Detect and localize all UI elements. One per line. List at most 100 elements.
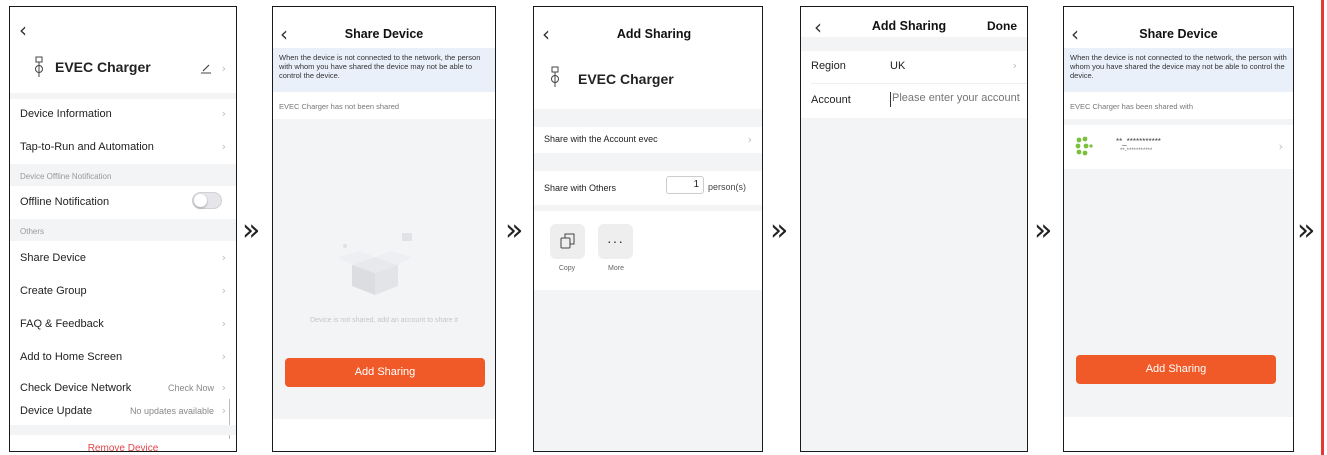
chevron-right-icon: › [221, 350, 226, 363]
row-label: Check Device Network [20, 382, 132, 394]
shared-user-account: **_*********** [1116, 137, 1161, 146]
row-share-device[interactable]: Share Device › [10, 245, 236, 271]
step-arrow-icon: » [505, 213, 524, 248]
section-spacer [534, 153, 762, 171]
section-header-others: Others [10, 219, 236, 241]
account-input[interactable] [892, 92, 1022, 104]
empty-state-text: Device is not shared, add an account to … [310, 317, 458, 324]
row-device-update[interactable]: Device Update No updates available › [10, 400, 236, 422]
device-name: EVEC Charger [55, 59, 151, 75]
offline-notification-toggle[interactable] [192, 192, 222, 209]
section-spacer [534, 109, 762, 127]
region-value: UK [890, 60, 906, 72]
more-button[interactable]: ··· [598, 224, 633, 259]
check-now-value: Check Now [167, 383, 214, 393]
device-name: EVEC Charger [578, 71, 674, 87]
account-label: Account [811, 94, 851, 106]
bottom-safe-area [273, 419, 495, 451]
chevron-right-icon: › [221, 62, 226, 75]
back-icon[interactable]: ‹ [19, 20, 27, 40]
section-spacer [801, 37, 1027, 51]
row-check-network[interactable]: Check Device Network Check Now › [10, 376, 236, 400]
edit-pencil-icon[interactable] [200, 64, 212, 74]
row-offline-notification: Offline Notification [10, 189, 236, 215]
section-label: Others [20, 227, 45, 236]
row-device-information[interactable]: Device Information › [10, 101, 236, 127]
add-sharing-button[interactable]: Add Sharing [285, 358, 485, 387]
shared-user-row[interactable]: **_*********** **-*********** › [1064, 125, 1293, 169]
row-label: Offline Notification [20, 196, 110, 208]
page-title: Share Device [1139, 27, 1218, 41]
add-sharing-button[interactable]: Add Sharing [1076, 355, 1276, 384]
row-share-with-others: Share with Others 1 person(s) [534, 171, 762, 205]
charger-plug-icon [551, 66, 559, 87]
add-sharing-form-screen: ‹ Add Sharing Done Region UK › Account [800, 6, 1028, 452]
row-account: Account [801, 84, 1027, 118]
row-label: Create Group [20, 285, 87, 297]
offline-notice: When the device is not connected to the … [1064, 48, 1293, 92]
copy-icon [560, 233, 575, 249]
content-area [801, 118, 1027, 451]
chevron-right-icon: › [747, 133, 752, 146]
row-faq-feedback[interactable]: FAQ & Feedback › [10, 311, 236, 337]
row-tap-to-run[interactable]: Tap-to-Run and Automation › [10, 134, 236, 160]
row-label: Share with the Account evec [544, 134, 658, 144]
person-unit-label: person(s) [708, 182, 747, 192]
user-avatar-icon [1075, 136, 1093, 156]
section-spacer [10, 93, 236, 99]
offline-notice: When the device is not connected to the … [273, 48, 495, 92]
content-area [534, 290, 762, 451]
step-arrow-icon: » [770, 213, 789, 248]
row-label: Add to Home Screen [20, 351, 123, 363]
chevron-right-icon: › [221, 251, 226, 264]
copy-label: Copy [558, 265, 576, 272]
empty-box-icon [338, 233, 412, 295]
step-arrow-icon: » [242, 213, 261, 248]
red-border-line [1321, 0, 1324, 455]
shared-user-detail: **-*********** [1120, 148, 1153, 154]
row-label: Share Device [20, 252, 87, 264]
row-share-with-account[interactable]: Share with the Account evec › [534, 127, 762, 153]
page-title: Share Device [344, 27, 424, 41]
share-status: EVEC Charger has not been shared [279, 102, 400, 111]
row-add-home-screen[interactable]: Add to Home Screen › [10, 344, 236, 370]
share-device-shared-screen: ‹ Share Device When the device is not co… [1063, 6, 1294, 452]
row-label: Device Information [20, 108, 112, 120]
more-label: More [608, 265, 624, 272]
row-label: FAQ & Feedback [20, 318, 104, 330]
text-cursor [890, 92, 891, 107]
page-title: Add Sharing [616, 27, 692, 41]
chevron-right-icon: › [221, 381, 226, 394]
row-region[interactable]: Region UK › [801, 51, 1027, 83]
section-spacer [534, 205, 762, 211]
share-status: EVEC Charger has been shared with [1070, 102, 1193, 111]
person-count-input[interactable]: 1 [666, 176, 704, 194]
chevron-right-icon: › [221, 284, 226, 297]
more-dots-icon: ··· [607, 233, 624, 249]
add-sharing-screen: ‹ Add Sharing EVEC Charger Share with th… [533, 6, 763, 452]
row-label: Share with Others [544, 183, 617, 193]
chevron-right-icon: › [1012, 59, 1017, 72]
row-label: Device Update [20, 405, 93, 417]
section-label: Device Offline Notification [20, 172, 112, 181]
update-status-value: No updates available [129, 406, 214, 416]
region-label: Region [811, 60, 846, 72]
copy-button[interactable] [550, 224, 585, 259]
chevron-right-icon: › [221, 107, 226, 120]
step-arrow-icon: » [1034, 213, 1053, 248]
row-create-group[interactable]: Create Group › [10, 278, 236, 304]
device-settings-screen: ‹ EVEC Charger › Device Information › Ta… [9, 6, 237, 452]
row-label: Tap-to-Run and Automation [20, 141, 154, 153]
chevron-right-icon: › [1278, 140, 1283, 153]
chevron-right-icon: › [221, 140, 226, 153]
charger-plug-icon [35, 56, 43, 77]
chevron-right-icon: › [221, 404, 226, 417]
chevron-right-icon: › [221, 317, 226, 330]
tutorial-strip: ‹ EVEC Charger › Device Information › Ta… [0, 0, 1327, 455]
remove-device-button[interactable]: Remove Device [10, 443, 236, 451]
toggle-knob [194, 194, 207, 207]
share-device-empty-screen: ‹ Share Device When the device is not co… [272, 6, 496, 452]
done-button[interactable]: Done [987, 19, 1017, 33]
bottom-safe-area [1064, 417, 1293, 451]
section-header-offline: Device Offline Notification [10, 164, 236, 186]
